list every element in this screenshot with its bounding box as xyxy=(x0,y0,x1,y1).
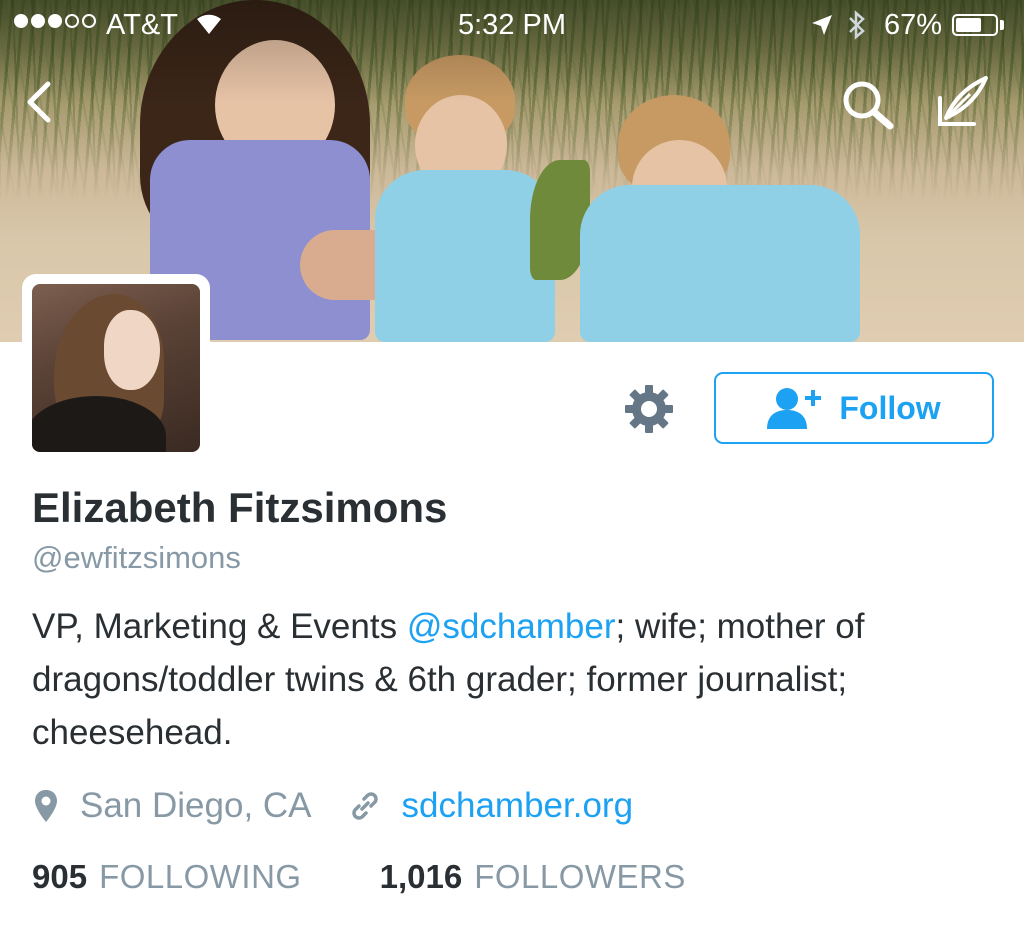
avatar[interactable] xyxy=(22,274,210,462)
battery-icon xyxy=(952,14,998,36)
follow-button-label: Follow xyxy=(839,389,941,426)
status-time: 5:32 PM xyxy=(458,9,566,41)
location-arrow-icon xyxy=(810,12,834,45)
gear-icon xyxy=(625,385,673,433)
link-icon xyxy=(351,792,378,820)
bio: VP, Marketing & Events @sdchamber; wife;… xyxy=(32,600,1002,759)
followers-label: FOLLOWERS xyxy=(474,858,686,895)
add-user-icon xyxy=(767,388,822,429)
back-icon[interactable] xyxy=(20,78,56,131)
followers-stat[interactable]: 1,016 FOLLOWERS xyxy=(380,858,686,896)
bio-text-start: VP, Marketing & Events xyxy=(32,607,407,646)
status-bar: AT&T 5:32 PM 67% xyxy=(0,0,1024,52)
profile-meta-row: San Diego, CA sdchamber.org xyxy=(34,782,633,830)
display-name: Elizabeth Fitzsimons xyxy=(32,484,448,531)
follow-button[interactable]: Follow xyxy=(714,372,994,444)
followers-count: 1,016 xyxy=(379,858,463,895)
profile-stats: 905 FOLLOWING 1,016 FOLLOWERS xyxy=(32,858,686,896)
bluetooth-icon xyxy=(846,9,868,49)
search-icon[interactable] xyxy=(838,78,900,139)
location-pin-icon xyxy=(35,790,57,822)
location-text: San Diego, CA xyxy=(80,786,312,825)
website-link[interactable]: sdchamber.org xyxy=(402,786,634,826)
avatar-photo xyxy=(32,284,200,452)
following-stat[interactable]: 905 FOLLOWING xyxy=(32,858,302,896)
screen-name: @ewfitzsimons xyxy=(32,540,241,575)
following-count: 905 xyxy=(32,858,88,895)
settings-gear-button[interactable] xyxy=(622,382,676,436)
compose-icon[interactable] xyxy=(930,72,994,141)
bio-mention-link[interactable]: @sdchamber xyxy=(407,607,616,646)
battery-percent: 67% xyxy=(884,9,943,41)
following-label: FOLLOWING xyxy=(99,858,302,895)
